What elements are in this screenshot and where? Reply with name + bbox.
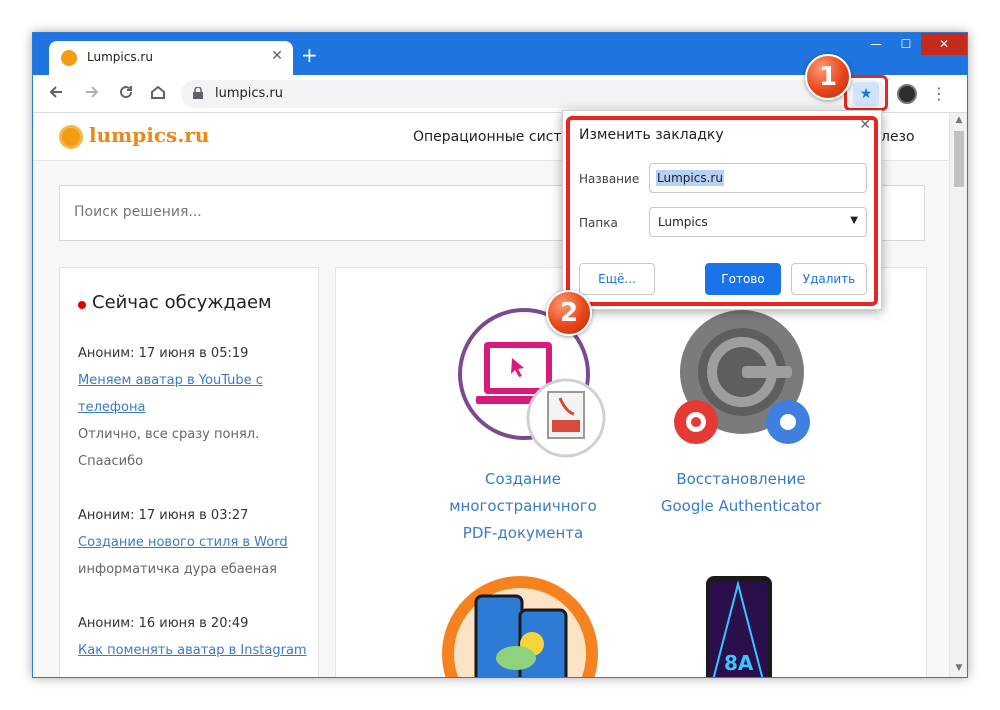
lock-icon: [193, 87, 203, 99]
step-badge-1: 1: [805, 54, 851, 100]
nav-hardware[interactable]: лезо: [881, 129, 915, 145]
favicon-icon: [61, 50, 77, 66]
profile-avatar[interactable]: [897, 84, 917, 104]
article-title[interactable]: многостраничного: [418, 493, 628, 520]
tab-close-icon[interactable]: ✕: [271, 48, 283, 64]
comment-meta: Аноним: 16 июня в 20:49: [78, 616, 249, 631]
comment-item: Аноним: 17 июня в 03:27 Создание нового …: [78, 502, 308, 583]
comment-link[interactable]: Создание нового стиля в Word: [78, 529, 308, 556]
comment-link[interactable]: Меняем аватар в YouTube с: [78, 367, 308, 394]
dialog-highlight-frame: [566, 116, 878, 306]
article-title[interactable]: Восстановление: [636, 466, 846, 493]
discussion-sidebar: Сейчас обсуждаем Аноним: 17 июня в 05:19…: [59, 267, 319, 677]
maximize-button[interactable]: ☐: [891, 33, 921, 55]
minimize-button[interactable]: —: [861, 33, 891, 55]
scroll-thumb[interactable]: [954, 131, 964, 187]
article-title[interactable]: Google Authenticator: [636, 493, 846, 520]
phone-article-image[interactable]: 8A: [702, 574, 778, 677]
article-title[interactable]: PDF-документа: [418, 520, 628, 547]
article-card[interactable]: Создание многостраничного PDF-документа: [418, 466, 628, 547]
browser-tab[interactable]: Lumpics.ru ✕: [49, 41, 293, 75]
url-text: lumpics.ru: [215, 86, 284, 101]
search-placeholder: Поиск решения...: [74, 204, 202, 220]
articles-grid: Создание многостраничного PDF-документа …: [335, 267, 927, 677]
back-arrow-icon[interactable]: [45, 83, 67, 105]
authenticator-article-image[interactable]: [666, 308, 816, 458]
tab-title: Lumpics.ru: [87, 50, 153, 64]
menu-dots-icon[interactable]: ⋮: [931, 83, 947, 105]
new-tab-button[interactable]: +: [301, 45, 318, 65]
article-card[interactable]: Восстановление Google Authenticator: [636, 466, 846, 520]
forward-arrow-icon[interactable]: [81, 83, 103, 105]
window-close-button[interactable]: ✕: [921, 33, 967, 55]
address-bar[interactable]: lumpics.ru: [181, 80, 887, 108]
scroll-down-icon[interactable]: ▼: [950, 663, 967, 673]
comment-text: информатичка дура ебаеная: [78, 562, 277, 577]
svg-text:8A: 8A: [724, 651, 754, 675]
step-badge-2: 2: [546, 290, 592, 336]
pdf-article-image[interactable]: [452, 308, 612, 458]
comment-meta: Аноним: 17 июня в 05:19: [78, 346, 249, 361]
comment-meta: Аноним: 17 июня в 03:27: [78, 508, 249, 523]
nav-operating-systems[interactable]: Операционные систе: [413, 129, 570, 145]
comment-text: Отлично, все сразу понял.: [78, 427, 260, 442]
comment-link[interactable]: телефона: [78, 394, 308, 421]
comment-item: Аноним: 16 июня в 20:49 Как поменять ава…: [78, 610, 308, 664]
comment-item: Аноним: 17 июня в 05:19 Меняем аватар в …: [78, 340, 308, 475]
live-dot-icon: [78, 301, 86, 309]
logo-orange-icon: [59, 125, 83, 149]
comment-text: Спаасибо: [78, 454, 144, 469]
vertical-scrollbar[interactable]: ▲ ▼: [949, 113, 967, 677]
home-icon[interactable]: [147, 83, 169, 105]
site-logo[interactable]: lumpics.ru: [89, 123, 209, 147]
weather-phone-article-image[interactable]: [440, 574, 600, 677]
sidebar-title: Сейчас обсуждаем: [92, 292, 272, 313]
scroll-up-icon[interactable]: ▲: [950, 115, 967, 125]
reload-icon[interactable]: [115, 83, 137, 105]
comment-link[interactable]: Как поменять аватар в Instagram: [78, 637, 308, 664]
article-title[interactable]: Создание: [418, 466, 628, 493]
